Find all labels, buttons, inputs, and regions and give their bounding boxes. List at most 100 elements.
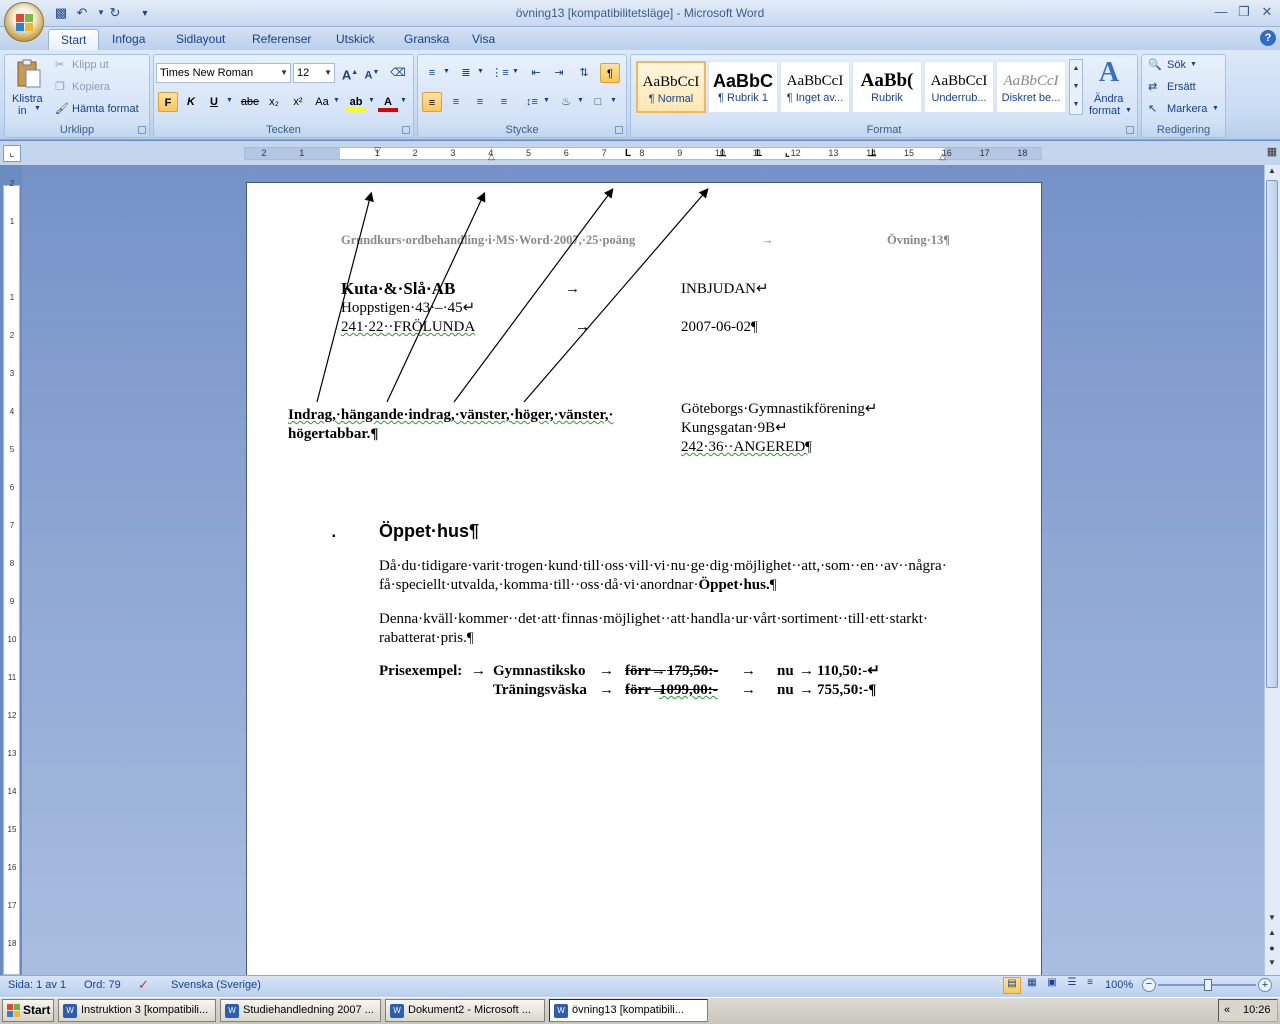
next-page-icon[interactable]: ▼ (1265, 958, 1279, 971)
replace-button[interactable]: Ersätt (1167, 81, 1196, 93)
first-line-indent-icon[interactable]: ▽ (374, 145, 381, 156)
highlight-icon[interactable]: ab (346, 92, 366, 112)
shading-dropdown-icon[interactable]: ▼ (577, 97, 584, 104)
tab-selector-icon[interactable]: ⌞ (3, 145, 21, 162)
style-diskret-betoning[interactable]: AaBbCcI Diskret be... (996, 61, 1066, 113)
start-button[interactable]: Start (2, 999, 54, 1022)
horizontal-ruler[interactable]: 2 1 1 2 3 4 5 6 7 8 9 10 11 12 13 14 15 16 17 18 ▽ △ △ L ⊥ … (244, 145, 1042, 162)
format-painter-button[interactable]: Hämta format (72, 103, 139, 115)
change-case-dropdown-icon[interactable]: ▼ (333, 97, 340, 104)
paste-dropdown-icon[interactable]: ▼ (34, 105, 41, 112)
justify-icon[interactable]: ≡ (494, 92, 514, 112)
find-dropdown-icon[interactable]: ▼ (1190, 61, 1197, 68)
style-rubrik[interactable]: AaBb( Rubrik (852, 61, 922, 113)
subscript-button[interactable]: x₂ (264, 92, 284, 112)
taskbar-item-active[interactable]: Wövning13 [kompatibili... (549, 999, 708, 1022)
style-normal[interactable]: AaBbCcI ¶ Normal (636, 61, 706, 113)
left-tab-stop-icon[interactable]: L (756, 148, 762, 159)
bullets-icon[interactable]: ≡ (422, 63, 442, 83)
underline-dropdown-icon[interactable]: ▼ (226, 97, 233, 104)
multilevel-list-icon[interactable]: ⋮≡ (490, 63, 510, 83)
change-styles-icon[interactable]: A (1094, 58, 1124, 88)
proofing-icon[interactable]: ✓ (138, 977, 149, 993)
browse-object-icon[interactable]: ● (1265, 943, 1279, 956)
tab-start[interactable]: Start (48, 29, 100, 50)
numbering-dropdown-icon[interactable]: ▼ (477, 68, 484, 75)
tab-visa[interactable]: Visa (460, 29, 507, 50)
dialog-launcher-icon[interactable] (138, 126, 146, 134)
change-styles-dropdown-icon[interactable]: ▼ (1125, 107, 1132, 114)
left-tab-stop-icon[interactable]: L (625, 148, 631, 159)
style-underrubrik[interactable]: AaBbCcI Underrub... (924, 61, 994, 113)
page-count[interactable]: Sida: 1 av 1 (8, 979, 66, 991)
bold-button[interactable]: F (158, 92, 178, 112)
numbering-icon[interactable]: ≣ (456, 63, 476, 83)
cut-button[interactable]: Klipp ut (72, 59, 109, 71)
paste-icon[interactable] (14, 58, 42, 90)
minimize-button[interactable]: — (1210, 3, 1232, 21)
bullets-dropdown-icon[interactable]: ▼ (443, 68, 450, 75)
zoom-level[interactable]: 100% (1105, 979, 1133, 991)
full-screen-reading-icon[interactable]: ▦ (1023, 977, 1041, 994)
style-rubrik-1[interactable]: AaBbC ¶ Rubrik 1 (708, 61, 778, 113)
find-button[interactable]: Sök (1167, 59, 1186, 71)
borders-dropdown-icon[interactable]: ▼ (610, 97, 617, 104)
grow-font-icon[interactable]: A▲ (340, 63, 360, 83)
dialog-launcher-icon[interactable] (1126, 126, 1134, 134)
highlight-dropdown-icon[interactable]: ▼ (368, 97, 375, 104)
change-case-button[interactable]: Aa (312, 92, 332, 112)
change-styles-label[interactable]: Ändra (1094, 93, 1123, 105)
copy-button[interactable]: Kopiera (72, 81, 110, 93)
print-layout-icon[interactable]: ▤ (1003, 977, 1021, 994)
zoom-out-icon[interactable]: − (1142, 978, 1156, 992)
dialog-launcher-icon[interactable] (615, 126, 623, 134)
align-left-icon[interactable]: ≡ (422, 92, 442, 112)
line-spacing-icon[interactable]: ↕≡ (522, 92, 542, 112)
paste-button-sublabel[interactable]: in (18, 105, 27, 117)
maximize-button[interactable]: ❐ (1233, 3, 1255, 21)
hanging-indent-icon[interactable]: △ (488, 151, 495, 162)
decrease-indent-icon[interactable]: ⇤ (526, 63, 546, 83)
sort-icon[interactable]: ⇅ (574, 63, 594, 83)
superscript-button[interactable]: x² (288, 92, 308, 112)
styles-scroll[interactable]: ▲ ▼ ▼ (1069, 59, 1083, 115)
borders-icon[interactable]: □ (588, 92, 608, 112)
scroll-up-icon[interactable]: ▲ (1265, 166, 1279, 179)
increase-indent-icon[interactable]: ⇥ (549, 63, 569, 83)
font-color-icon[interactable]: A (378, 92, 398, 112)
font-name-select[interactable]: Times New Roman ▼ (156, 63, 291, 83)
office-button[interactable] (4, 2, 44, 42)
line-spacing-dropdown-icon[interactable]: ▼ (543, 97, 550, 104)
font-color-dropdown-icon[interactable]: ▼ (400, 97, 407, 104)
scrollbar-thumb[interactable] (1266, 180, 1278, 688)
shrink-font-icon[interactable]: A▼ (362, 63, 382, 83)
underline-button[interactable]: U (204, 92, 224, 112)
tab-granska[interactable]: Granska (392, 29, 461, 50)
strikethrough-button[interactable]: abe (240, 92, 260, 112)
paste-button-label[interactable]: Klistra (12, 93, 43, 105)
scroll-down-icon[interactable]: ▼ (1265, 913, 1279, 926)
draft-view-icon[interactable]: ≡ (1081, 977, 1099, 994)
outline-view-icon[interactable]: ☰ (1063, 977, 1081, 994)
style-inget-avstand[interactable]: AaBbCcI ¶ Inget av... (780, 61, 850, 113)
change-styles-sublabel[interactable]: format (1089, 105, 1120, 117)
center-tab-stop-icon[interactable]: ⊥ (718, 148, 727, 159)
zoom-slider-thumb[interactable] (1204, 979, 1212, 991)
help-icon[interactable]: ? (1260, 30, 1276, 46)
dialog-launcher-icon[interactable] (402, 126, 410, 134)
right-tab-stop-icon[interactable]: ⌞ (785, 148, 790, 159)
tab-sidlayout[interactable]: Sidlayout (164, 29, 237, 50)
web-layout-icon[interactable]: ▣ (1043, 977, 1061, 994)
multilevel-dropdown-icon[interactable]: ▼ (512, 68, 519, 75)
show-formatting-marks-icon[interactable]: ¶ (600, 63, 620, 83)
right-indent-icon[interactable]: △ (939, 151, 946, 162)
clear-formatting-icon[interactable]: ⌫ (388, 63, 408, 83)
tab-utskick[interactable]: Utskick (324, 29, 387, 50)
zoom-in-icon[interactable]: + (1258, 978, 1272, 992)
tab-infoga[interactable]: Infoga (100, 29, 157, 50)
tray-expand-icon[interactable]: « (1224, 1000, 1230, 1021)
font-size-select[interactable]: 12 ▼ (293, 63, 335, 83)
select-dropdown-icon[interactable]: ▼ (1212, 105, 1219, 112)
select-button[interactable]: Markera (1167, 103, 1207, 115)
vertical-ruler[interactable]: 2 1 1 2 3 4 5 6 7 8 9 10 11 12 13 14 15 16 17 18 (3, 179, 20, 975)
